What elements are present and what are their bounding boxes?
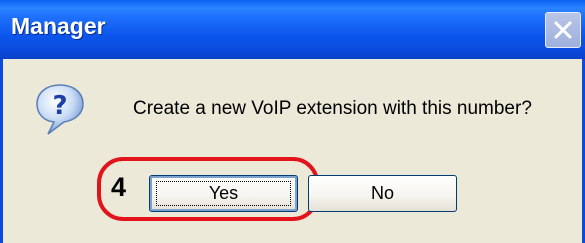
close-button[interactable] bbox=[545, 12, 581, 48]
annotation-step-number: 4 bbox=[111, 172, 127, 202]
no-button-label: No bbox=[370, 183, 394, 203]
svg-text:?: ? bbox=[52, 91, 67, 121]
title-bar[interactable]: Manager bbox=[0, 0, 585, 59]
yes-button-label: Yes bbox=[208, 183, 239, 203]
message-dialog: Manager ? Create a new VoIP extension wi… bbox=[0, 0, 585, 243]
yes-button[interactable]: Yes bbox=[149, 175, 298, 212]
question-icon: ? bbox=[36, 84, 84, 135]
window-title: Manager bbox=[11, 13, 106, 39]
no-button[interactable]: No bbox=[308, 175, 457, 212]
dialog-message: Create a new VoIP extension with this nu… bbox=[133, 98, 532, 119]
window-frame-left bbox=[0, 59, 3, 243]
close-icon bbox=[554, 21, 572, 39]
